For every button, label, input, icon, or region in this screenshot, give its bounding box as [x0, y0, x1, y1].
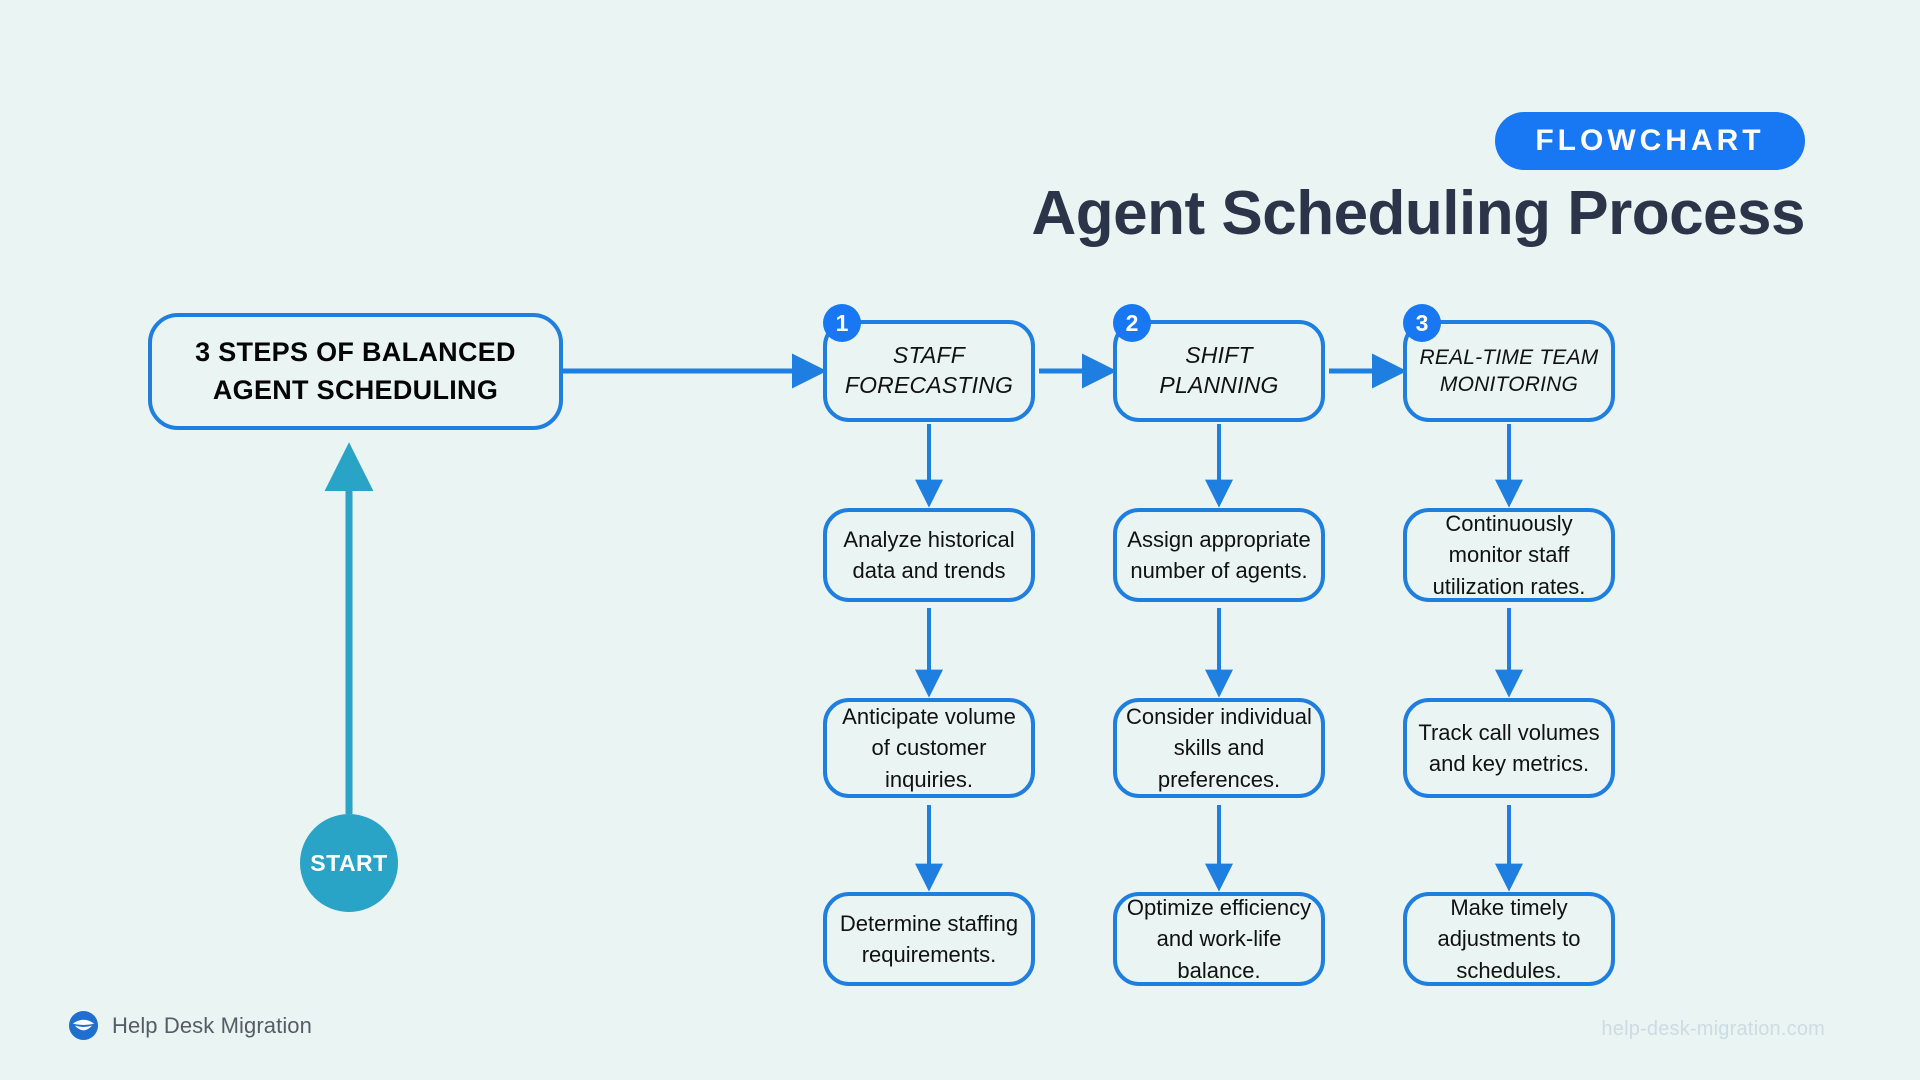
- detail-box-1-2: Anticipate volume of customer inquiries.: [823, 698, 1035, 798]
- intro-line-1: 3 STEPS OF BALANCED: [195, 337, 516, 368]
- help-desk-migration-logo-icon: [68, 1010, 99, 1041]
- detail-box-2-1: Assign appropriate number of agents.: [1113, 508, 1325, 602]
- step-2-line-2: PLANNING: [1159, 372, 1279, 398]
- detail-box-3-1: Continuously monitor staff utilization r…: [1403, 508, 1615, 602]
- step-number-2: 2: [1113, 304, 1151, 342]
- step-1-line-2: FORECASTING: [844, 372, 1014, 398]
- start-node: START: [300, 814, 398, 912]
- brand-name: Help Desk Migration: [112, 1012, 312, 1038]
- brand-logo: Help Desk Migration: [68, 1010, 312, 1041]
- step-2-line-1: SHIFT: [1185, 342, 1253, 369]
- step-1-line-1: STAFF: [892, 342, 966, 369]
- step-number-1: 1: [823, 304, 861, 342]
- step-3-line-2: MONITORING: [1439, 373, 1579, 396]
- detail-box-2-2: Consider individual skills and preferenc…: [1113, 698, 1325, 798]
- detail-box-2-3: Optimize efficiency and work-life balanc…: [1113, 892, 1325, 986]
- step-3-line-1: REAL-TIME TEAM: [1419, 345, 1599, 369]
- intro-line-2: AGENT SCHEDULING: [212, 374, 499, 405]
- detail-box-1-3: Determine staffing requirements.: [823, 892, 1035, 986]
- detail-box-3-3: Make timely adjustments to schedules.: [1403, 892, 1615, 986]
- site-url: help-desk-migration.com: [1601, 1018, 1825, 1040]
- flowchart-badge: FLOWCHART: [1495, 112, 1805, 170]
- flowchart-canvas: FLOWCHART Agent Scheduling Process 3 STE…: [0, 0, 1920, 1080]
- page-title: Agent Scheduling Process: [1031, 179, 1805, 248]
- step-number-3: 3: [1403, 304, 1441, 342]
- detail-box-1-1: Analyze historical data and trends: [823, 508, 1035, 602]
- detail-box-3-2: Track call volumes and key metrics.: [1403, 698, 1615, 798]
- intro-box: 3 STEPS OF BALANCED AGENT SCHEDULING: [148, 313, 563, 430]
